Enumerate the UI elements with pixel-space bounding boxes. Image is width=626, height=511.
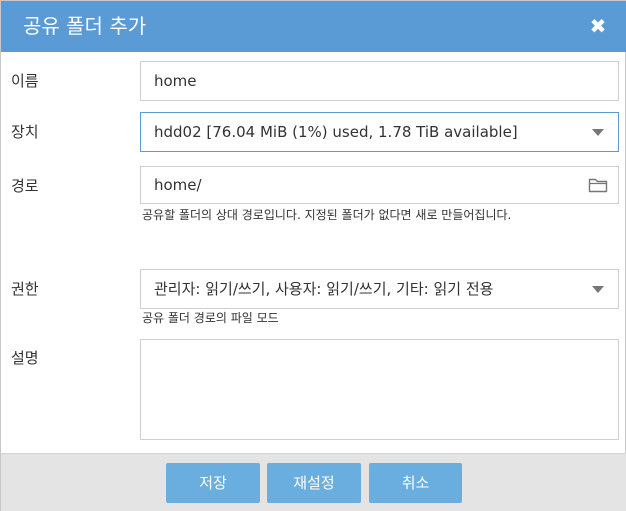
name-input-value: home [154, 72, 197, 90]
device-label: 장치 [11, 123, 39, 141]
chevron-down-icon [592, 129, 604, 136]
close-icon[interactable]: ✖ [587, 15, 609, 37]
save-button[interactable]: 저장 [166, 463, 260, 503]
device-select-value: hdd02 [76.04 MiB (1%) used, 1.78 TiB ava… [154, 123, 518, 141]
permissions-select-value: 관리자: 읽기/쓰기, 사용자: 읽기/쓰기, 기타: 읽기 전용 [154, 280, 494, 298]
path-hint: 공유할 폴더의 상대 경로입니다. 지정된 폴더가 없다면 새로 만들어집니다. [142, 208, 512, 222]
dialog-titlebar: 공유 폴더 추가 ✖ [1, 1, 626, 52]
permissions-select[interactable]: 관리자: 읽기/쓰기, 사용자: 읽기/쓰기, 기타: 읽기 전용 [140, 269, 619, 309]
folder-icon[interactable] [588, 176, 608, 194]
permissions-label: 권한 [11, 280, 39, 298]
description-label: 설명 [11, 349, 39, 367]
path-input[interactable]: home/ [140, 166, 619, 204]
dialog-title: 공유 폴더 추가 [23, 14, 147, 38]
device-select[interactable]: hdd02 [76.04 MiB (1%) used, 1.78 TiB ava… [140, 112, 619, 152]
name-label: 이름 [11, 72, 39, 90]
dialog-footer: 저장 재설정 취소 [1, 453, 626, 511]
permissions-hint: 공유 폴더 경로의 파일 모드 [142, 311, 279, 325]
description-textarea[interactable] [140, 339, 619, 440]
path-label: 경로 [11, 177, 39, 195]
reset-button[interactable]: 재설정 [267, 463, 361, 503]
cancel-button[interactable]: 취소 [369, 463, 462, 503]
chevron-down-icon [592, 286, 604, 293]
path-input-value: home/ [154, 176, 202, 194]
name-input[interactable]: home [140, 61, 619, 101]
add-shared-folder-dialog: 공유 폴더 추가 ✖ 이름 home 장치 hdd02 [76.04 MiB (… [0, 0, 626, 511]
